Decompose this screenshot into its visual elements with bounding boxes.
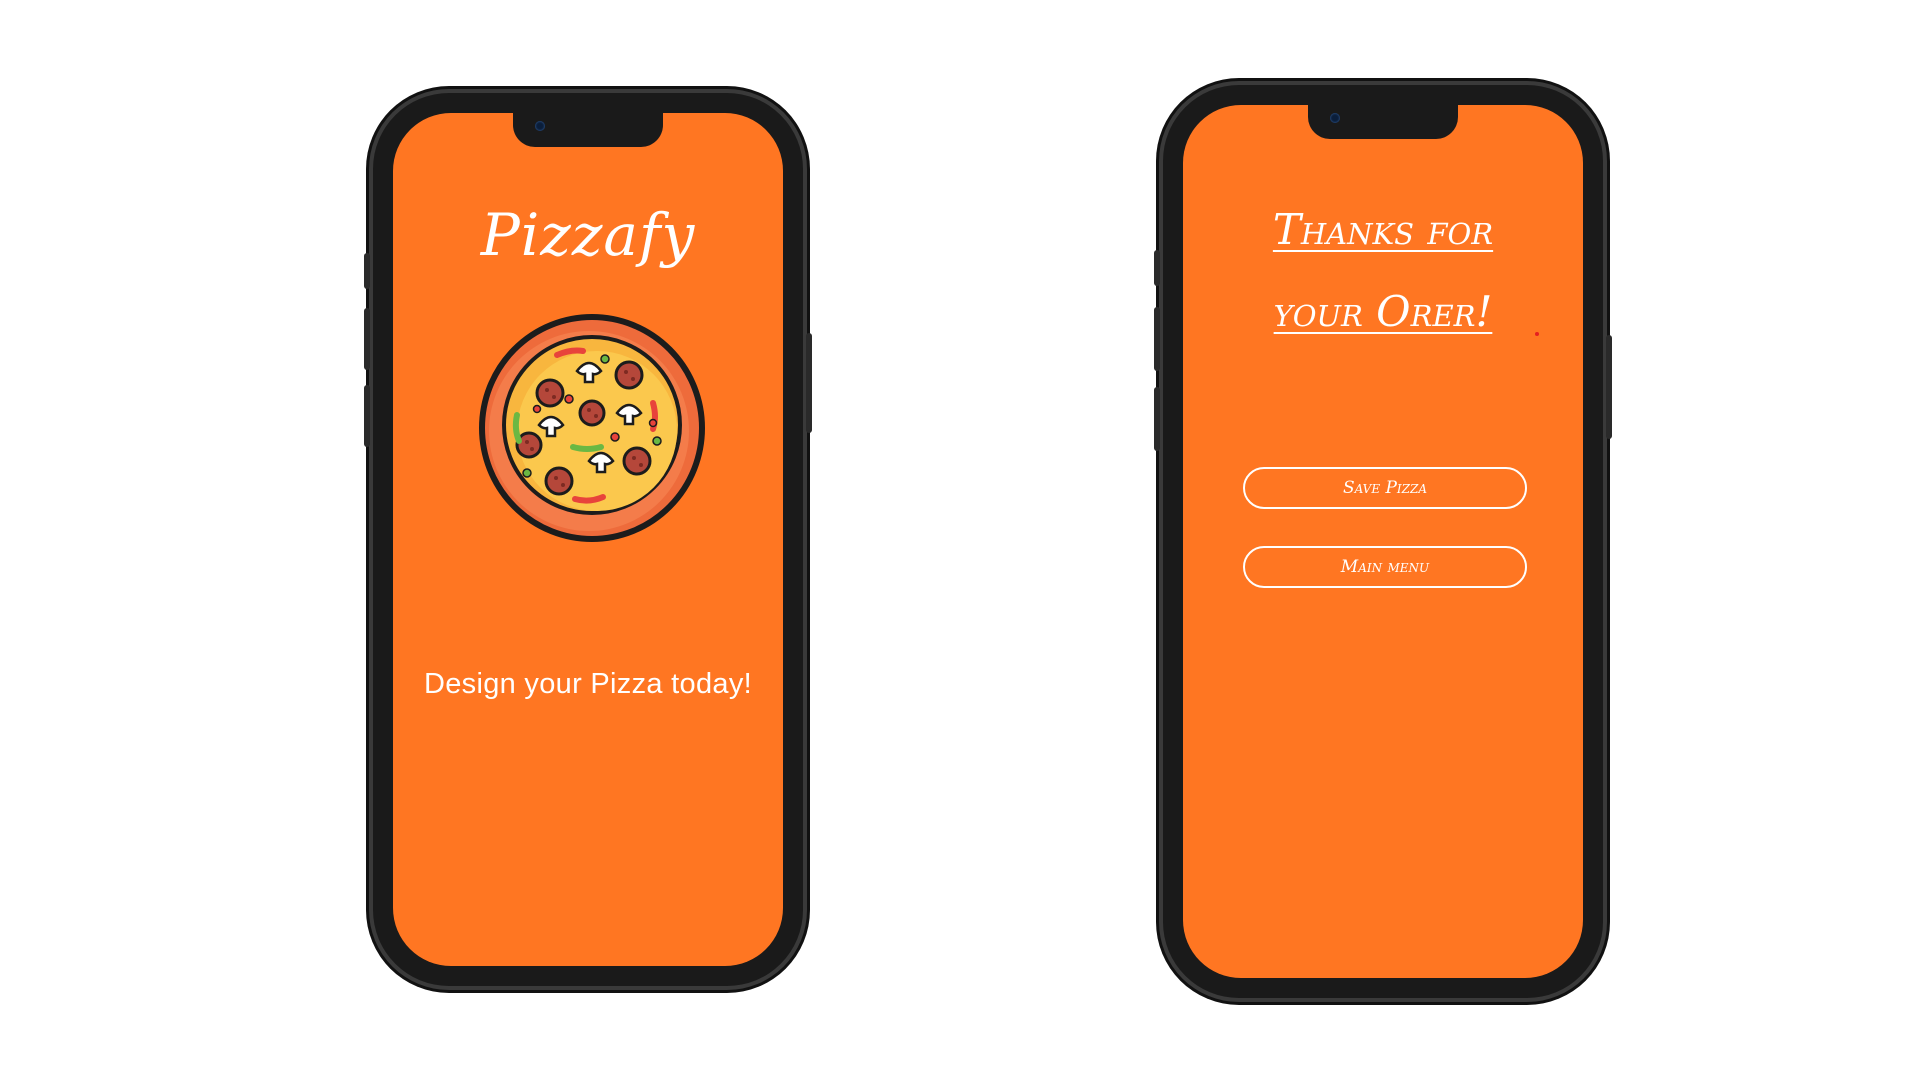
power-button [1606,335,1612,439]
splash-screen: Pizzafy Design your Pizza today! [393,113,783,966]
side-button [1154,250,1160,286]
pizza-icon [479,314,705,542]
main-menu-button[interactable]: Main menu [1243,546,1527,588]
stray-dot [1535,332,1539,336]
volume-up-button [1154,307,1160,371]
thanks-heading-line2: your Orer! [1273,287,1493,336]
phone-frame-confirmation: Thanks for your Orer! Save Pizza Main me… [1154,85,1612,998]
tagline: Design your Pizza today! [424,668,752,700]
notch [513,113,663,147]
mockup-stage: Pizzafy Design your Pizza today! Thanks … [0,0,1920,1080]
volume-up-button [364,308,370,370]
phone-frame-splash: Pizzafy Design your Pizza today! [364,93,812,986]
confirmation-screen: Thanks for your Orer! Save Pizza Main me… [1183,105,1583,978]
power-button [806,333,812,433]
volume-down-button [1154,387,1160,451]
app-title: Pizzafy [480,201,696,269]
save-pizza-button[interactable]: Save Pizza [1243,467,1527,509]
volume-down-button [364,385,370,447]
camera-icon [1330,113,1340,123]
side-button [364,253,370,289]
notch [1308,105,1458,139]
thanks-heading-line1: Thanks for [1272,205,1494,254]
camera-icon [535,121,545,131]
